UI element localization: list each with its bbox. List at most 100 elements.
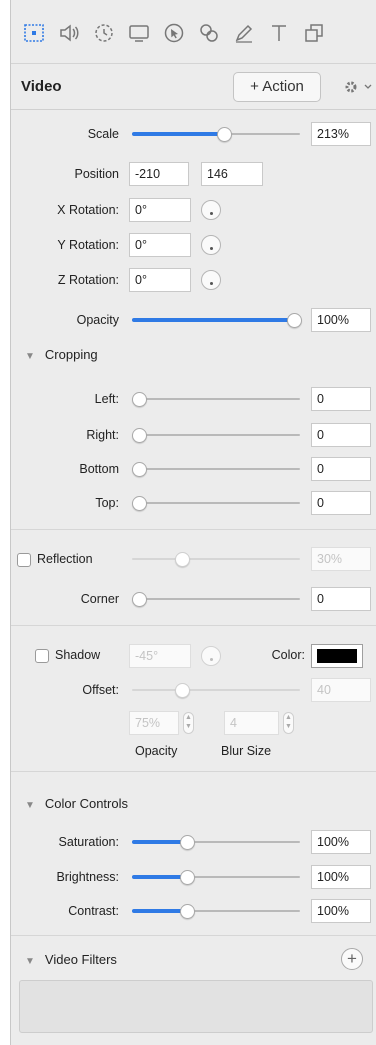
section-divider: [11, 529, 376, 530]
gear-icon[interactable]: [341, 77, 375, 97]
contrast-slider[interactable]: [132, 901, 300, 921]
brightness-field[interactable]: 100%: [311, 865, 371, 889]
color-controls-section-toggle[interactable]: ▼ Color Controls: [25, 796, 128, 811]
corner-field[interactable]: 0: [311, 587, 371, 611]
shadow-blur-stepper[interactable]: ▲ ▼: [283, 712, 294, 734]
shadow-offset-slider[interactable]: [132, 680, 300, 700]
brightness-slider[interactable]: [132, 867, 300, 887]
shadow-checkbox[interactable]: [35, 649, 49, 663]
crop-left-slider[interactable]: [132, 389, 300, 409]
contrast-slider-thumb[interactable]: [180, 904, 196, 919]
opacity-slider-thumb[interactable]: [287, 313, 302, 328]
text-icon[interactable]: [266, 20, 294, 46]
crop-right-slider-thumb[interactable]: [132, 428, 147, 443]
shadow-color-label: Color:: [271, 648, 305, 662]
disclosure-triangle-icon: ▼: [25, 956, 35, 967]
corner-slider-thumb[interactable]: [132, 592, 147, 607]
brightness-label: Brightness:: [56, 870, 119, 884]
crop-left-label: Left:: [94, 392, 119, 406]
reflection-field[interactable]: 30%: [311, 547, 371, 571]
position-label: Position: [74, 167, 119, 181]
shadow-blur-field[interactable]: 4: [224, 711, 279, 735]
cropping-section-toggle[interactable]: ▼ Cropping: [25, 347, 98, 362]
saturation-slider-thumb[interactable]: [180, 835, 196, 850]
reflection-label: Reflection: [37, 552, 93, 566]
opacity-field[interactable]: 100%: [311, 308, 371, 332]
crop-bottom-slider[interactable]: [132, 459, 300, 479]
scale-slider-thumb[interactable]: [217, 127, 233, 142]
shadow-color-well[interactable]: [311, 644, 363, 668]
disclosure-triangle-icon: ▼: [25, 351, 35, 362]
z-rotation-field[interactable]: 0°: [129, 268, 191, 292]
timer-icon[interactable]: [91, 20, 119, 46]
shadow-offset-field[interactable]: 40: [311, 678, 371, 702]
layers-icon[interactable]: [301, 20, 329, 46]
reflection-slider[interactable]: [132, 549, 300, 569]
shadow-blur-caption: Blur Size: [221, 744, 272, 758]
section-divider: [11, 771, 376, 772]
crop-bottom-label: Bottom: [79, 462, 119, 476]
opacity-label: Opacity: [76, 313, 119, 327]
section-divider: [11, 625, 376, 626]
video-filters-list[interactable]: [19, 980, 373, 1033]
crop-top-slider[interactable]: [132, 493, 300, 513]
corner-label: Corner: [80, 592, 119, 606]
video-filters-title: Video Filters: [44, 952, 117, 967]
shadow-opacity-caption: Opacity: [135, 744, 178, 758]
crop-bottom-field[interactable]: 0: [311, 457, 371, 481]
section-divider: [11, 935, 376, 936]
reflection-checkbox[interactable]: [17, 553, 31, 567]
scale-slider[interactable]: [132, 124, 300, 144]
crop-top-field[interactable]: 0: [311, 491, 371, 515]
shadow-offset-label: Offset:: [82, 683, 119, 697]
crop-left-slider-thumb[interactable]: [132, 392, 147, 407]
shadow-offset-slider-thumb[interactable]: [175, 683, 191, 698]
inspector-toolbar: [11, 0, 376, 64]
saturation-slider[interactable]: [132, 832, 300, 852]
inspector-panel: Video + Action Scale 213% Position -210 …: [10, 0, 376, 1045]
x-rotation-label: X Rotation:: [57, 203, 119, 217]
crop-left-field[interactable]: 0: [311, 387, 371, 411]
position-x-field[interactable]: -210: [129, 162, 189, 186]
color-controls-title: Color Controls: [44, 796, 128, 811]
video-inspector-icon[interactable]: [21, 20, 49, 46]
contrast-field[interactable]: 100%: [311, 899, 371, 923]
y-rotation-knob[interactable]: [201, 235, 221, 255]
z-rotation-label: Z Rotation:: [57, 273, 119, 287]
shadow-opacity-field[interactable]: 75%: [129, 711, 179, 735]
saturation-field[interactable]: 100%: [311, 830, 371, 854]
inspector-header: Video + Action: [11, 64, 376, 110]
z-rotation-knob[interactable]: [201, 270, 221, 290]
brightness-slider-thumb[interactable]: [180, 870, 196, 885]
position-y-field[interactable]: 146: [201, 162, 263, 186]
x-rotation-knob[interactable]: [201, 200, 221, 220]
shadow-angle-field[interactable]: -45°: [129, 644, 191, 668]
corner-slider[interactable]: [132, 589, 300, 609]
crop-right-slider[interactable]: [132, 425, 300, 445]
y-rotation-label: Y Rotation:: [57, 238, 119, 252]
video-filters-section-toggle[interactable]: ▼ Video Filters: [25, 952, 117, 967]
screen-icon[interactable]: [126, 20, 154, 46]
pen-annotation-icon[interactable]: [231, 20, 259, 46]
shadow-angle-knob[interactable]: [201, 646, 221, 666]
shadow-opacity-stepper[interactable]: ▲ ▼: [183, 712, 194, 734]
scale-field[interactable]: 213%: [311, 122, 371, 146]
reflection-slider-thumb[interactable]: [175, 552, 191, 567]
add-action-button[interactable]: + Action: [233, 72, 321, 102]
contrast-label: Contrast:: [68, 904, 119, 918]
crop-right-field[interactable]: 0: [311, 423, 371, 447]
shadow-label: Shadow: [55, 648, 101, 662]
keys-icon[interactable]: [196, 20, 224, 46]
y-rotation-field[interactable]: 0°: [129, 233, 191, 257]
opacity-slider[interactable]: [132, 310, 302, 330]
cursor-icon[interactable]: [161, 20, 189, 46]
x-rotation-field[interactable]: 0°: [129, 198, 191, 222]
audio-speaker-icon[interactable]: [56, 20, 84, 46]
crop-top-slider-thumb[interactable]: [132, 496, 147, 511]
scale-label: Scale: [87, 127, 119, 141]
add-filter-button[interactable]: +: [341, 948, 363, 970]
crop-bottom-slider-thumb[interactable]: [132, 462, 147, 477]
crop-right-label: Right:: [86, 428, 119, 442]
saturation-label: Saturation:: [58, 835, 119, 849]
shadow-color-swatch: [317, 649, 357, 663]
